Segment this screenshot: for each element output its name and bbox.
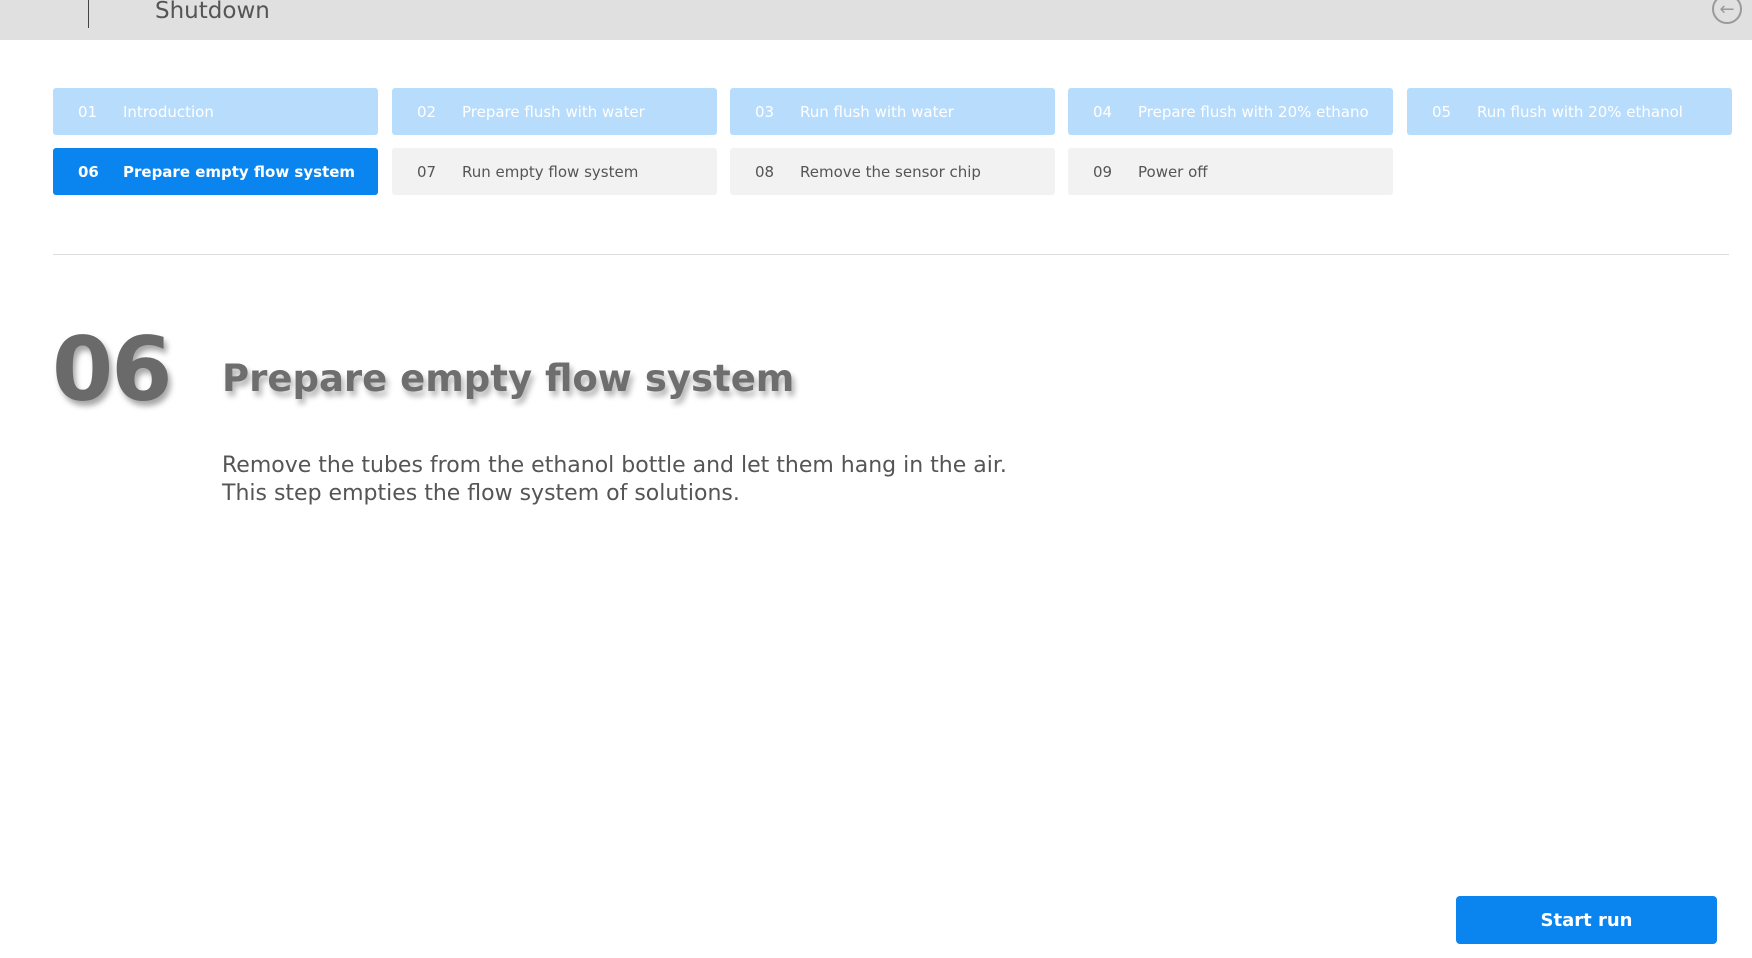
header-bar: Shutdown ← [0, 0, 1752, 40]
step-label: Run flush with water [800, 102, 954, 121]
current-step-title: Prepare empty flow system [222, 357, 795, 400]
step-02[interactable]: 02 Prepare flush with water [392, 88, 717, 135]
step-number: 04 [1093, 102, 1113, 121]
description-line-1: Remove the tubes from the ethanol bottle… [222, 453, 1007, 478]
step-number: 02 [417, 102, 437, 121]
step-label: Run empty flow system [462, 162, 639, 181]
start-run-button[interactable]: Start run [1456, 896, 1717, 944]
page-title: Shutdown [155, 0, 270, 24]
step-label: Prepare flush with water [462, 102, 645, 121]
step-04[interactable]: 04 Prepare flush with 20% ethano [1068, 88, 1393, 135]
current-step-number: 06 [52, 318, 172, 421]
step-description: Remove the tubes from the ethanol bottle… [222, 452, 1007, 508]
description-line-2: This step empties the flow system of sol… [222, 481, 740, 506]
header-divider [88, 0, 89, 28]
back-arrow-icon[interactable]: ← [1712, 0, 1742, 24]
step-08[interactable]: 08 Remove the sensor chip [730, 148, 1055, 195]
step-number: 07 [417, 162, 437, 181]
step-03[interactable]: 03 Run flush with water [730, 88, 1055, 135]
step-number: 08 [755, 162, 775, 181]
step-01[interactable]: 01 Introduction [53, 88, 378, 135]
step-06[interactable]: 06 Prepare empty flow system [53, 148, 378, 195]
step-number: 09 [1093, 162, 1113, 181]
step-number: 05 [1432, 102, 1452, 121]
step-05[interactable]: 05 Run flush with 20% ethanol [1407, 88, 1732, 135]
step-label: Prepare empty flow system [123, 162, 356, 181]
step-label: Introduction [123, 102, 214, 121]
step-07[interactable]: 07 Run empty flow system [392, 148, 717, 195]
step-label: Power off [1138, 162, 1208, 181]
step-number: 03 [755, 102, 775, 121]
step-label: Prepare flush with 20% ethano [1138, 102, 1369, 121]
step-label: Run flush with 20% ethanol [1477, 102, 1683, 121]
step-number: 01 [78, 102, 98, 121]
step-09[interactable]: 09 Power off [1068, 148, 1393, 195]
step-label: Remove the sensor chip [800, 162, 981, 181]
step-number: 06 [78, 162, 99, 181]
section-divider [53, 254, 1729, 255]
